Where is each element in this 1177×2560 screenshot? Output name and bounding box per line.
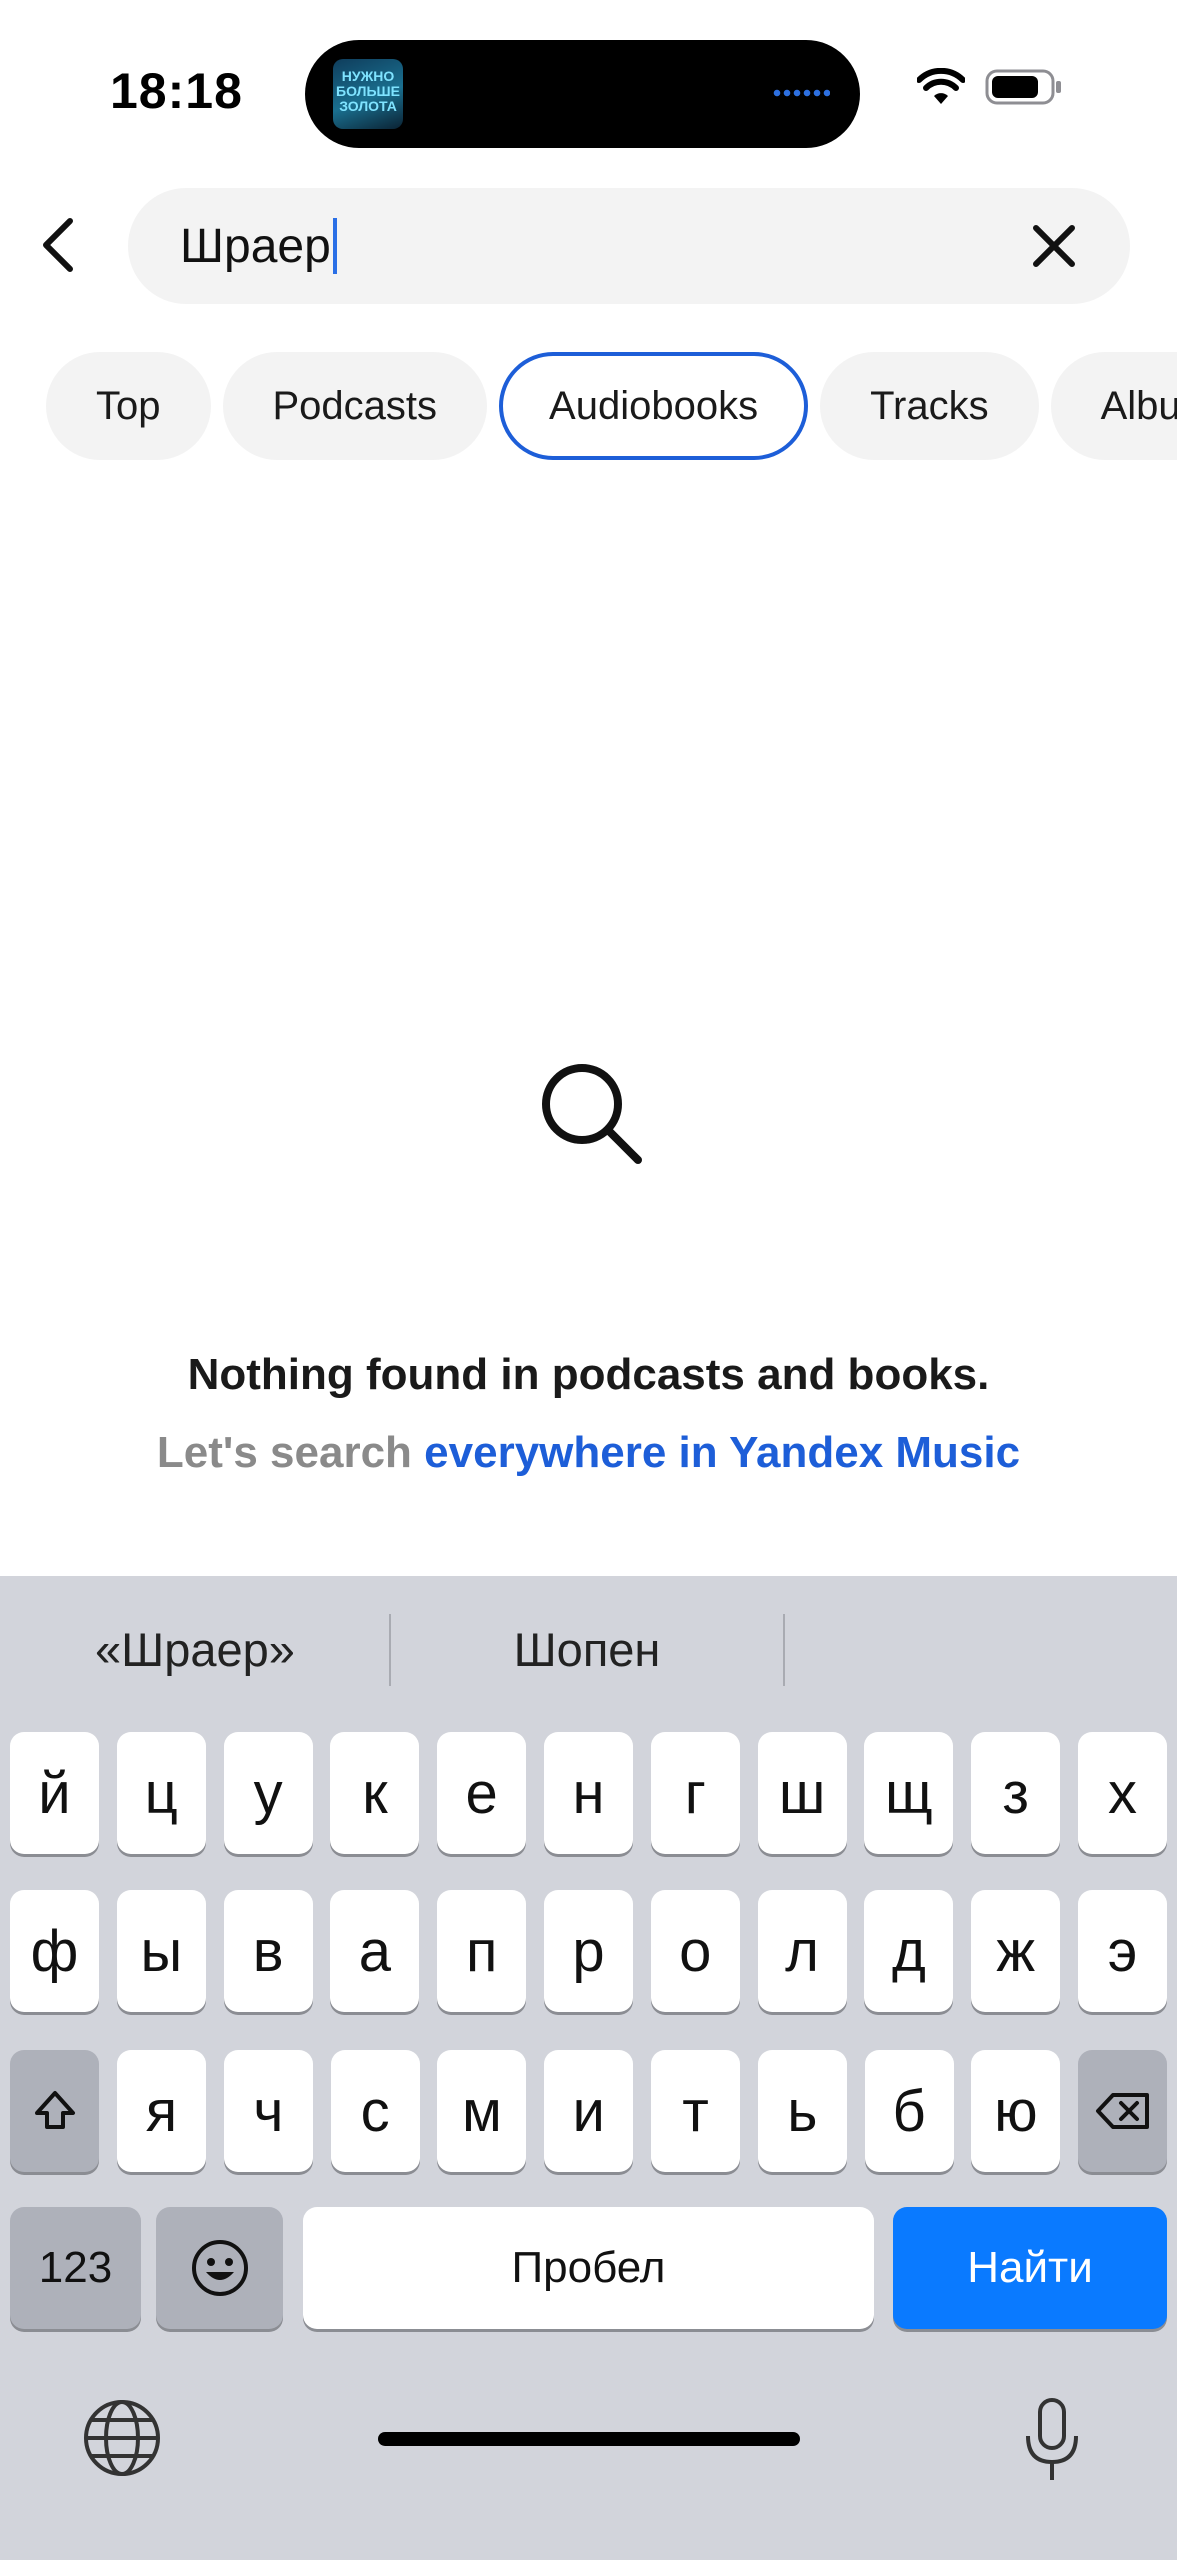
space-key[interactable]: Пробел (303, 2207, 874, 2329)
key-к[interactable]: к (330, 1732, 420, 1854)
key-м[interactable]: м (437, 2050, 527, 2172)
clear-search-button[interactable] (1026, 218, 1082, 274)
key-ы[interactable]: ы (116, 1890, 206, 2012)
microphone-icon[interactable] (1020, 2396, 1084, 2484)
now-playing-artwork: НУЖНО БОЛЬШЕ ЗОЛОТА (333, 59, 403, 129)
key-с[interactable]: с (330, 2050, 420, 2172)
key-л[interactable]: л (757, 1890, 847, 2012)
key-ь[interactable]: ь (757, 2050, 847, 2172)
key-й[interactable]: й (10, 1732, 99, 1854)
key-н[interactable]: н (544, 1732, 633, 1854)
search-icon (542, 1064, 642, 1164)
key-ч[interactable]: ч (223, 2050, 313, 2172)
key-х[interactable]: х (1078, 1732, 1167, 1854)
key-о[interactable]: о (650, 1890, 740, 2012)
wifi-icon (917, 68, 965, 104)
tab-audiobooks[interactable]: Audiobooks (499, 352, 809, 460)
key-ю[interactable]: ю (971, 2050, 1061, 2172)
key-е[interactable]: е (437, 1732, 527, 1854)
back-button[interactable] (28, 205, 88, 285)
globe-icon[interactable] (82, 2398, 162, 2478)
key-з[interactable]: з (971, 1732, 1061, 1854)
tab-tracks[interactable]: Tracks (820, 352, 1039, 460)
key-ж[interactable]: ж (971, 1890, 1061, 2012)
backspace-key[interactable] (1078, 2050, 1167, 2172)
tab-albums[interactable]: Albums (1050, 352, 1177, 460)
key-б[interactable]: б (864, 2050, 954, 2172)
search-everywhere-link[interactable]: everywhere in Yandex Music (424, 1428, 1020, 1477)
key-ш[interactable]: ш (757, 1732, 847, 1854)
chevron-left-icon (43, 218, 73, 272)
key-д[interactable]: д (864, 1890, 954, 2012)
emoji-key[interactable] (156, 2207, 283, 2329)
suggestion-bar: «Шраер» Шопен (0, 1576, 1177, 1726)
search-query-text: Шраер (180, 219, 331, 273)
search-input[interactable]: Шраер (180, 218, 337, 274)
home-indicator (378, 2432, 800, 2446)
numbers-key[interactable]: 123 (10, 2207, 141, 2329)
text-caret (332, 218, 337, 274)
suggestion-item[interactable]: Шопен (391, 1622, 783, 1677)
key-в[interactable]: в (223, 1890, 313, 2012)
key-а[interactable]: а (330, 1890, 420, 2012)
key-р[interactable]: р (544, 1890, 633, 2012)
key-э[interactable]: э (1078, 1890, 1167, 2012)
emoji-icon (191, 2240, 248, 2296)
status-time: 18:18 (110, 63, 243, 119)
tab-top[interactable]: Top (46, 352, 211, 460)
empty-state-title: Nothing found in podcasts and books. (187, 1350, 990, 1399)
key-г[interactable]: г (650, 1732, 740, 1854)
key-п[interactable]: п (437, 1890, 527, 2012)
key-ф[interactable]: ф (10, 1890, 99, 2012)
dynamic-island[interactable]: НУЖНО БОЛЬШЕ ЗОЛОТА (305, 40, 860, 148)
key-я[interactable]: я (117, 2050, 206, 2172)
suggestion-item[interactable]: «Шраер» (0, 1622, 390, 1677)
suggestion-divider (783, 1614, 785, 1686)
audio-wave-icon (772, 88, 830, 98)
key-ц[interactable]: ц (116, 1732, 206, 1854)
battery-icon (985, 69, 1061, 105)
search-screen: 18:18 НУЖНО БОЛЬШЕ ЗОЛОТА Шраер Top Podc… (0, 0, 1177, 2560)
search-submit-key[interactable]: Найти (893, 2207, 1167, 2329)
empty-state-prefix: Let's search (156, 1428, 425, 1477)
key-у[interactable]: у (223, 1732, 313, 1854)
key-щ[interactable]: щ (864, 1732, 954, 1854)
shift-icon (34, 2091, 75, 2129)
empty-state-subtitle: Let's search everywhere in Yandex Music (0, 1428, 1177, 1478)
key-и[interactable]: и (544, 2050, 634, 2172)
tab-podcasts[interactable]: Podcasts (222, 352, 488, 460)
filter-tabs: Top Podcasts Audiobooks Tracks Albums (46, 352, 1177, 460)
search-bar[interactable]: Шраер (128, 188, 1130, 304)
close-icon (1033, 225, 1075, 267)
shift-key[interactable] (10, 2050, 99, 2172)
key-т[interactable]: т (651, 2050, 740, 2172)
backspace-icon (1095, 2093, 1149, 2129)
status-icons (917, 68, 1065, 106)
